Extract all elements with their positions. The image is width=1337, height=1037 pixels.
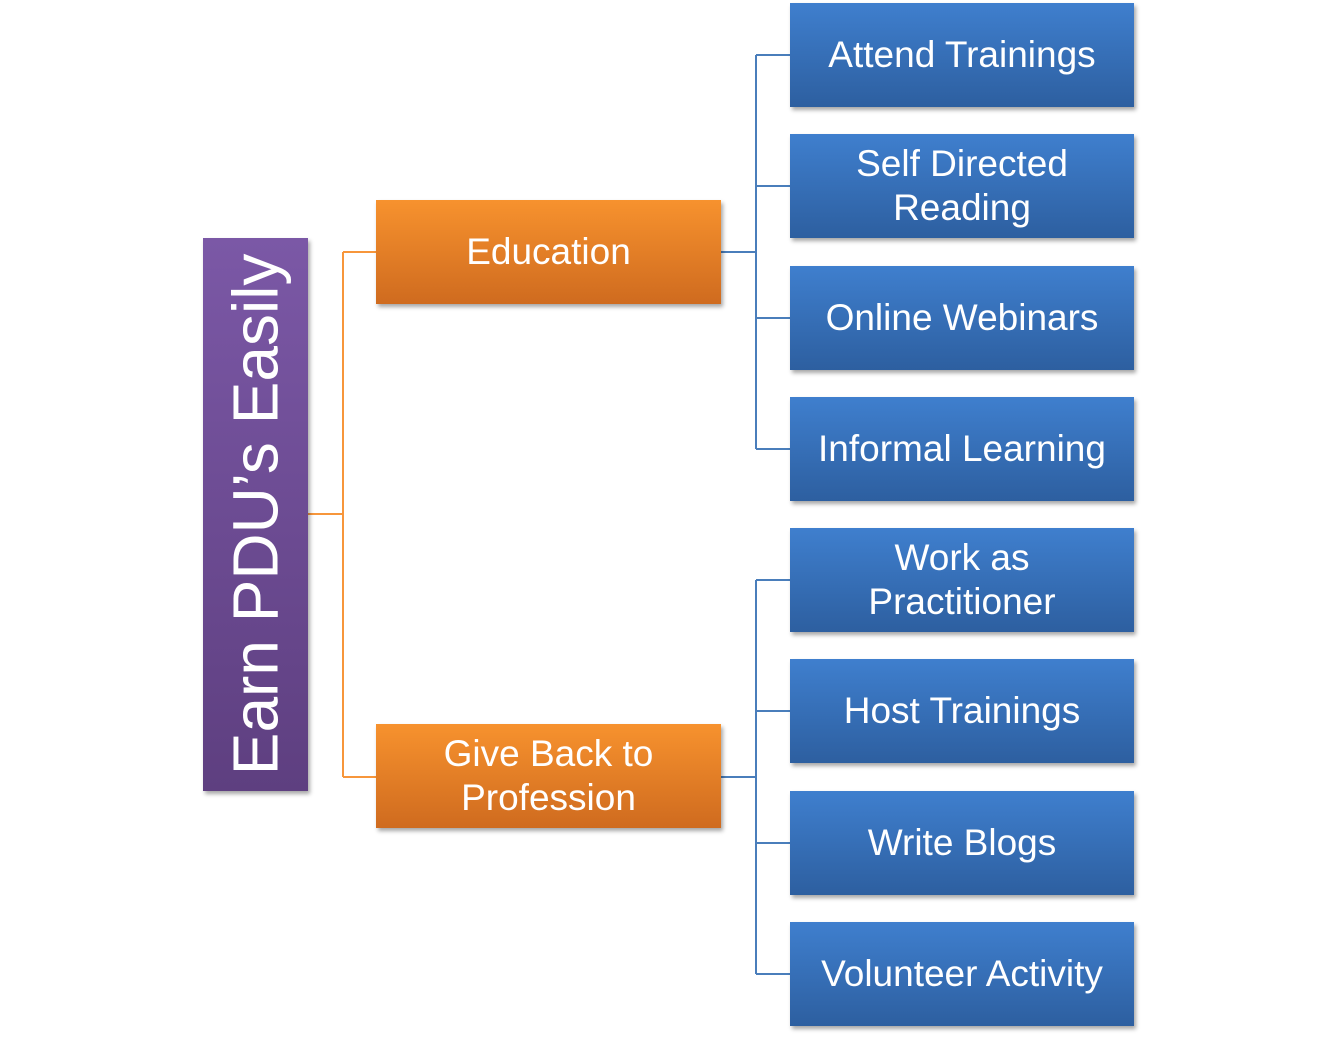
leaf-label: Work as Practitioner — [868, 536, 1056, 622]
leaf-volunteer-activity: Volunteer Activity — [790, 922, 1134, 1026]
category-label: Give Back to Profession — [443, 732, 654, 818]
education-connectors — [721, 54, 790, 450]
root-label: Earn PDU’s Easily — [219, 253, 292, 776]
leaf-label: Attend Trainings — [828, 33, 1096, 75]
give-back-connectors — [721, 579, 790, 975]
category-give-back: Give Back to Profession — [376, 724, 721, 828]
root-node: Earn PDU’s Easily — [203, 238, 308, 791]
leaf-label: Self Directed Reading — [856, 142, 1068, 228]
leaf-label: Write Blogs — [867, 821, 1057, 863]
leaf-work-as-practitioner: Work as Practitioner — [790, 528, 1134, 632]
leaf-self-directed-reading: Self Directed Reading — [790, 134, 1134, 238]
leaf-informal-learning: Informal Learning — [790, 397, 1134, 501]
leaf-label: Volunteer Activity — [821, 952, 1103, 994]
leaf-label: Informal Learning — [818, 427, 1106, 469]
leaf-label: Online Webinars — [825, 296, 1099, 338]
root-connectors — [308, 251, 376, 778]
leaf-online-webinars: Online Webinars — [790, 266, 1134, 370]
category-label: Education — [466, 230, 631, 272]
leaf-write-blogs: Write Blogs — [790, 791, 1134, 895]
connector-lines — [308, 54, 790, 975]
leaf-attend-trainings: Attend Trainings — [790, 3, 1134, 107]
leaf-host-trainings: Host Trainings — [790, 659, 1134, 763]
leaf-label: Host Trainings — [843, 689, 1081, 731]
category-education: Education — [376, 200, 721, 304]
